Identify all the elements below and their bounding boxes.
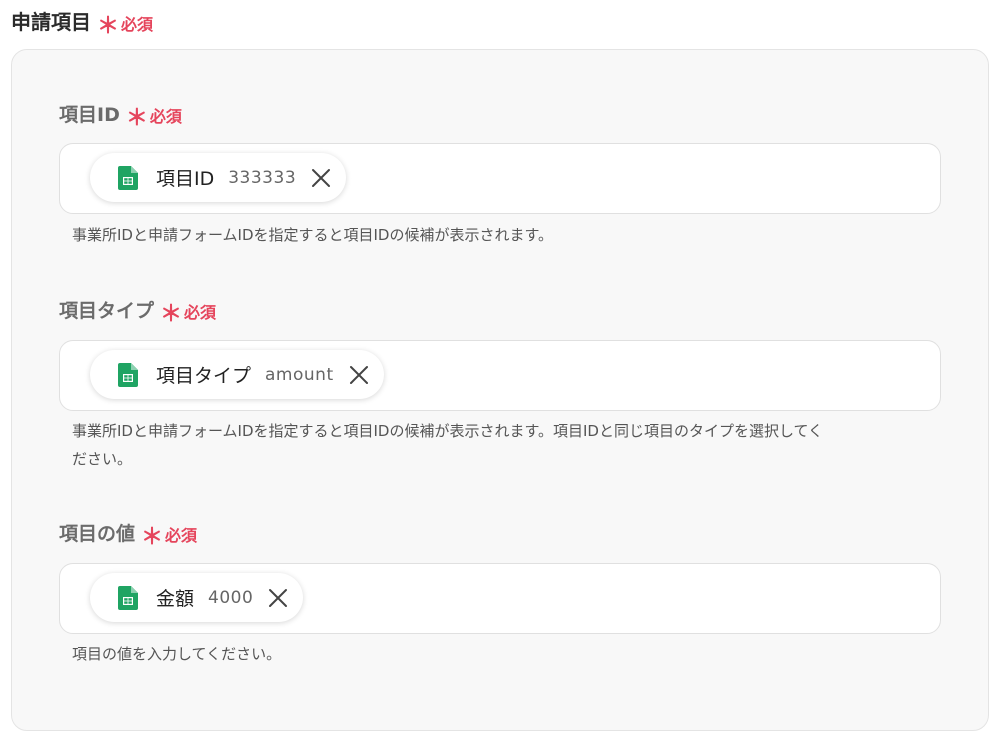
- chip-name: 項目ID: [156, 168, 215, 190]
- close-icon[interactable]: [310, 167, 332, 189]
- required-asterisk-icon: ＊: [141, 525, 164, 550]
- required-badge: ＊ 必須: [141, 522, 198, 550]
- required-badge: ＊ 必須: [97, 11, 154, 39]
- chip-value: amount: [265, 364, 334, 385]
- google-sheets-icon: [118, 362, 138, 387]
- chip-name: 項目タイプ: [156, 365, 252, 387]
- field-item-id: 項目ID ＊ 必須 項目ID 333333 事業所IDと申請フォームIDを指定す…: [59, 100, 941, 244]
- required-badge: ＊ 必須: [125, 103, 182, 131]
- field-label: 項目タイプ: [59, 300, 155, 322]
- help-text-line: ださい。: [72, 450, 133, 468]
- field-label-row: 項目ID ＊ 必須: [59, 100, 941, 130]
- variable-chip[interactable]: 金額 4000: [90, 573, 304, 622]
- field-item-value: 項目の値 ＊ 必須 金額 4000 項目の値を入力してください。: [59, 519, 941, 663]
- field-label: 項目ID: [59, 104, 120, 126]
- chip-value: 4000: [208, 587, 254, 608]
- field-label: 項目の値: [59, 523, 136, 545]
- form-panel: 項目ID ＊ 必須 項目ID 333333 事業所IDと申請フォームIDを指定す…: [11, 49, 989, 731]
- required-asterisk-icon: ＊: [160, 302, 183, 327]
- chip-name: 金額: [156, 588, 195, 610]
- close-icon[interactable]: [348, 364, 370, 386]
- section-title: 申請項目 ＊ 必須: [11, 6, 154, 39]
- field-label-row: 項目の値 ＊ 必須: [59, 519, 941, 549]
- close-icon[interactable]: [267, 587, 289, 609]
- help-text: 項目の値を入力してください。: [72, 645, 282, 663]
- help-text-line: 事業所IDと申請フォームIDを指定すると項目IDの候補が表示されます。項目IDと…: [72, 422, 824, 440]
- required-label: 必須: [184, 303, 217, 322]
- required-asterisk-icon: ＊: [125, 106, 148, 131]
- help-text: 事業所IDと申請フォームIDを指定すると項目IDの候補が表示されます。項目IDと…: [72, 417, 932, 473]
- item-id-input[interactable]: 項目ID 333333: [59, 143, 941, 214]
- required-asterisk-icon: ＊: [97, 14, 120, 39]
- required-label: 必須: [121, 15, 154, 34]
- required-badge: ＊ 必須: [160, 299, 217, 327]
- field-label-row: 項目タイプ ＊ 必須: [59, 296, 941, 326]
- section-title-label: 申請項目: [11, 10, 91, 34]
- item-value-input[interactable]: 金額 4000: [59, 563, 941, 634]
- help-text: 事業所IDと申請フォームIDを指定すると項目IDの候補が表示されます。: [72, 226, 553, 244]
- chip-value: 333333: [228, 167, 297, 188]
- variable-chip[interactable]: 項目ID 333333: [90, 153, 347, 202]
- required-label: 必須: [165, 526, 198, 545]
- variable-chip[interactable]: 項目タイプ amount: [90, 350, 384, 399]
- google-sheets-icon: [118, 585, 138, 610]
- required-label: 必須: [149, 107, 182, 126]
- google-sheets-icon: [118, 165, 138, 190]
- field-item-type: 項目タイプ ＊ 必須 項目タイプ amount 事業所IDと申請フォームIDを指…: [59, 296, 941, 468]
- item-type-input[interactable]: 項目タイプ amount: [59, 340, 941, 411]
